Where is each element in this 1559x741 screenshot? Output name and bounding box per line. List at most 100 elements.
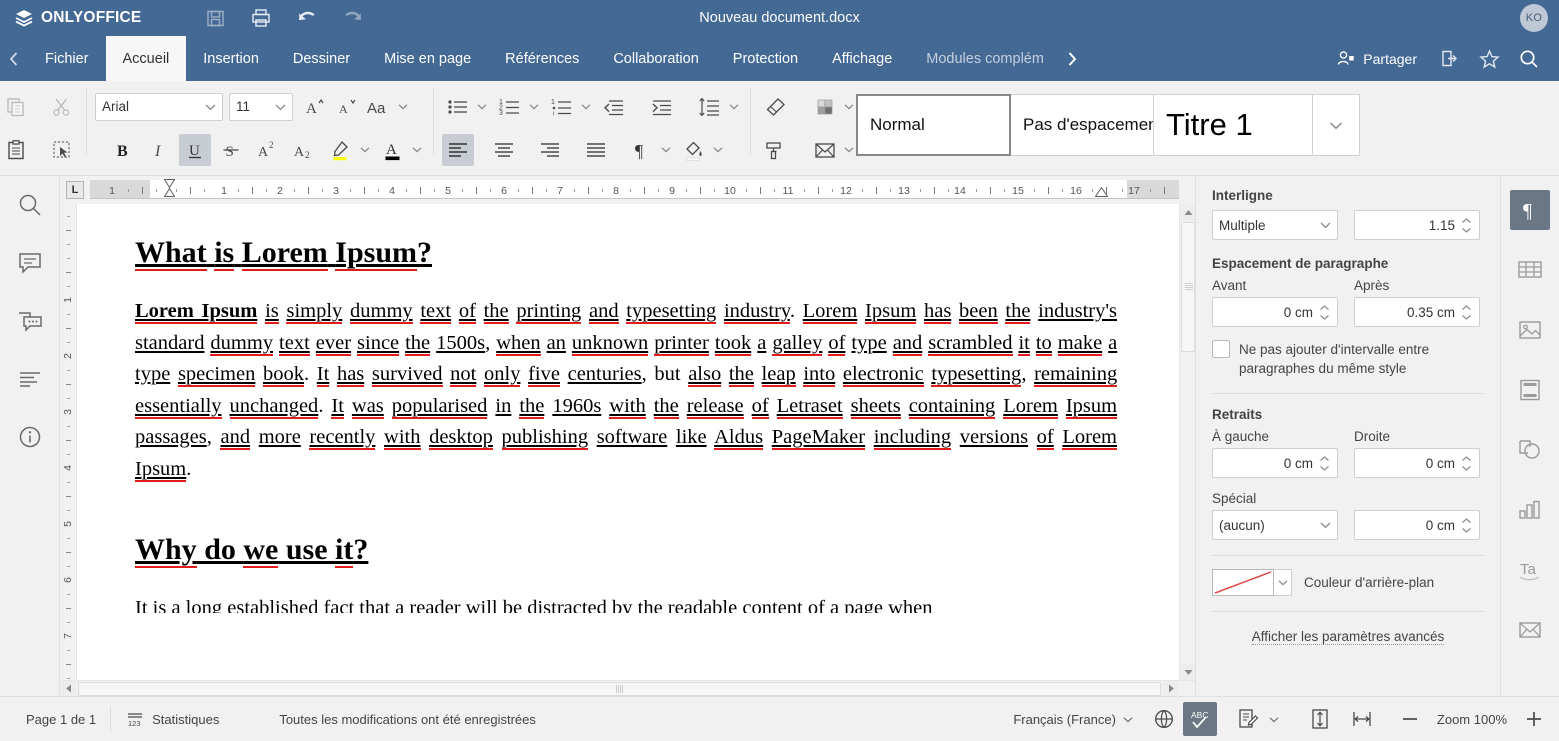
about-icon[interactable]: [13, 420, 47, 454]
table-settings-icon[interactable]: [1510, 250, 1550, 290]
undo-icon[interactable]: [296, 7, 318, 29]
change-case-icon[interactable]: Aa: [363, 91, 395, 123]
shading-color-icon[interactable]: [678, 134, 710, 166]
line-spacing-icon[interactable]: [694, 91, 726, 123]
stepper-arrows-icon[interactable]: [1459, 217, 1473, 233]
font-size-select[interactable]: 11: [229, 92, 293, 121]
subscript-icon[interactable]: A 2: [287, 134, 319, 166]
track-changes-icon[interactable]: [1231, 702, 1265, 736]
text-art-settings-icon[interactable]: Ta: [1510, 550, 1550, 590]
zoom-in-button[interactable]: [1517, 702, 1551, 736]
comments-icon[interactable]: [13, 246, 47, 280]
italic-icon[interactable]: I: [143, 134, 175, 166]
search-icon[interactable]: [13, 188, 47, 222]
special-indent-amount-stepper[interactable]: 0 cm: [1354, 510, 1480, 540]
chart-settings-icon[interactable]: [1510, 490, 1550, 530]
tab-protection[interactable]: Protection: [716, 36, 815, 81]
scroll-tabs-right-icon[interactable]: [1061, 36, 1083, 81]
stepper-arrows-icon[interactable]: [1459, 455, 1473, 471]
color-scheme-chevron-down-icon[interactable]: [841, 91, 857, 123]
style-gallery-expand-chevron-down-icon[interactable]: [1312, 94, 1360, 156]
share-button[interactable]: Partager: [1325, 36, 1429, 81]
line-spacing-value-stepper[interactable]: 1.15: [1354, 210, 1480, 240]
set-document-language-icon[interactable]: [1147, 702, 1181, 736]
horizontal-ruler[interactable]: 1 1 2 3 4 5 6 7 8 9 10 11 12 13 14 15 16…: [90, 176, 1179, 204]
spell-checking-icon[interactable]: ABC: [1182, 702, 1217, 736]
stepper-arrows-icon[interactable]: [1317, 455, 1331, 471]
image-settings-icon[interactable]: [1510, 310, 1550, 350]
tab-accueil[interactable]: Accueil: [105, 36, 187, 81]
multilevel-list-icon[interactable]: 1 i: [546, 91, 578, 123]
font-color-icon[interactable]: A: [377, 134, 409, 166]
document-page[interactable]: What is Lorem Ipsum? Lorem Ipsum is simp…: [76, 204, 1179, 680]
hanging-indent-marker[interactable]: [164, 188, 175, 197]
bold-icon[interactable]: B: [107, 134, 139, 166]
bullet-list-icon[interactable]: [442, 91, 474, 123]
tab-modules-complementaires[interactable]: Modules complém: [909, 36, 1061, 81]
language-selector[interactable]: Français (France): [999, 697, 1147, 741]
highlight-color-icon[interactable]: [325, 134, 357, 166]
word-count-button[interactable]: 123 Statistiques: [111, 697, 233, 741]
align-left-icon[interactable]: [442, 133, 474, 166]
shape-settings-icon[interactable]: [1510, 430, 1550, 470]
shading-chevron-down-icon[interactable]: [710, 134, 726, 166]
multilevel-list-chevron-down-icon[interactable]: [578, 91, 594, 123]
paragraph-settings-icon[interactable]: ¶: [1510, 190, 1550, 230]
chat-icon[interactable]: [13, 304, 47, 338]
highlight-chevron-down-icon[interactable]: [357, 134, 373, 166]
fit-page-icon[interactable]: [1303, 702, 1337, 736]
increase-indent-icon[interactable]: [646, 91, 678, 123]
bullet-list-chevron-down-icon[interactable]: [474, 91, 490, 123]
page-count-label[interactable]: Page 1 de 1: [12, 697, 110, 741]
favorite-star-icon[interactable]: [1469, 36, 1509, 81]
no-space-same-style-row[interactable]: Ne pas ajouter d'intervalle entre paragr…: [1212, 340, 1484, 378]
open-file-location-icon[interactable]: [1429, 36, 1469, 81]
font-family-select[interactable]: Arial: [95, 92, 223, 121]
cut-icon[interactable]: [46, 91, 78, 123]
numbered-list-chevron-down-icon[interactable]: [526, 91, 542, 123]
strikethrough-icon[interactable]: S: [215, 134, 247, 166]
tab-dessiner[interactable]: Dessiner: [276, 36, 367, 81]
horizontal-scrollbar[interactable]: [60, 680, 1195, 697]
tab-mise-en-page[interactable]: Mise en page: [367, 36, 488, 81]
scroll-right-arrow-icon[interactable]: [1163, 680, 1179, 697]
spacing-after-stepper[interactable]: 0.35 cm: [1354, 297, 1480, 327]
save-icon[interactable]: [204, 7, 226, 29]
select-all-icon[interactable]: [46, 134, 78, 166]
background-color-swatch[interactable]: [1212, 569, 1274, 596]
numbered-list-icon[interactable]: 1 2 3: [494, 91, 526, 123]
vertical-ruler[interactable]: 1 2 3 4 5 6 7: [60, 204, 76, 680]
background-color-chevron-down-icon[interactable]: [1274, 569, 1292, 596]
track-changes-chevron-down-icon[interactable]: [1265, 702, 1283, 736]
indent-right-stepper[interactable]: 0 cm: [1354, 448, 1480, 478]
line-spacing-mode-select[interactable]: Multiple: [1212, 210, 1338, 240]
mail-merge-settings-icon[interactable]: [1510, 610, 1550, 650]
document-content[interactable]: What is Lorem Ipsum? Lorem Ipsum is simp…: [77, 204, 1179, 613]
justify-icon[interactable]: [580, 134, 612, 166]
align-center-icon[interactable]: [488, 134, 520, 166]
first-line-indent-marker[interactable]: [164, 179, 175, 188]
align-right-icon[interactable]: [534, 134, 566, 166]
right-indent-marker[interactable]: [1095, 187, 1108, 197]
tab-stop-selector[interactable]: L: [60, 176, 90, 204]
background-color-picker[interactable]: [1212, 569, 1292, 596]
advanced-settings-link[interactable]: Afficher les paramètres avancés: [1251, 629, 1445, 645]
zoom-level-label[interactable]: Zoom 100%: [1427, 712, 1517, 727]
scroll-down-arrow-icon[interactable]: [1180, 664, 1195, 680]
search-icon[interactable]: [1509, 36, 1549, 81]
show-formatting-marks-icon[interactable]: ¶: [626, 134, 658, 166]
horizontal-scroll-thumb[interactable]: [78, 682, 1161, 696]
spacing-before-stepper[interactable]: 0 cm: [1212, 297, 1338, 327]
vertical-scrollbar[interactable]: [1179, 204, 1195, 680]
line-spacing-chevron-down-icon[interactable]: [726, 91, 742, 123]
scroll-tabs-left-icon[interactable]: [0, 36, 28, 81]
scroll-left-arrow-icon[interactable]: [60, 680, 76, 697]
redo-icon[interactable]: [342, 7, 364, 29]
mail-merge-icon[interactable]: [809, 134, 841, 166]
tab-insertion[interactable]: Insertion: [186, 36, 276, 81]
vertical-scroll-thumb[interactable]: [1181, 222, 1195, 352]
superscript-icon[interactable]: A 2: [251, 134, 283, 166]
header-footer-settings-icon[interactable]: [1510, 370, 1550, 410]
increase-font-size-icon[interactable]: A: [299, 91, 331, 123]
clear-formatting-icon[interactable]: [759, 91, 791, 123]
